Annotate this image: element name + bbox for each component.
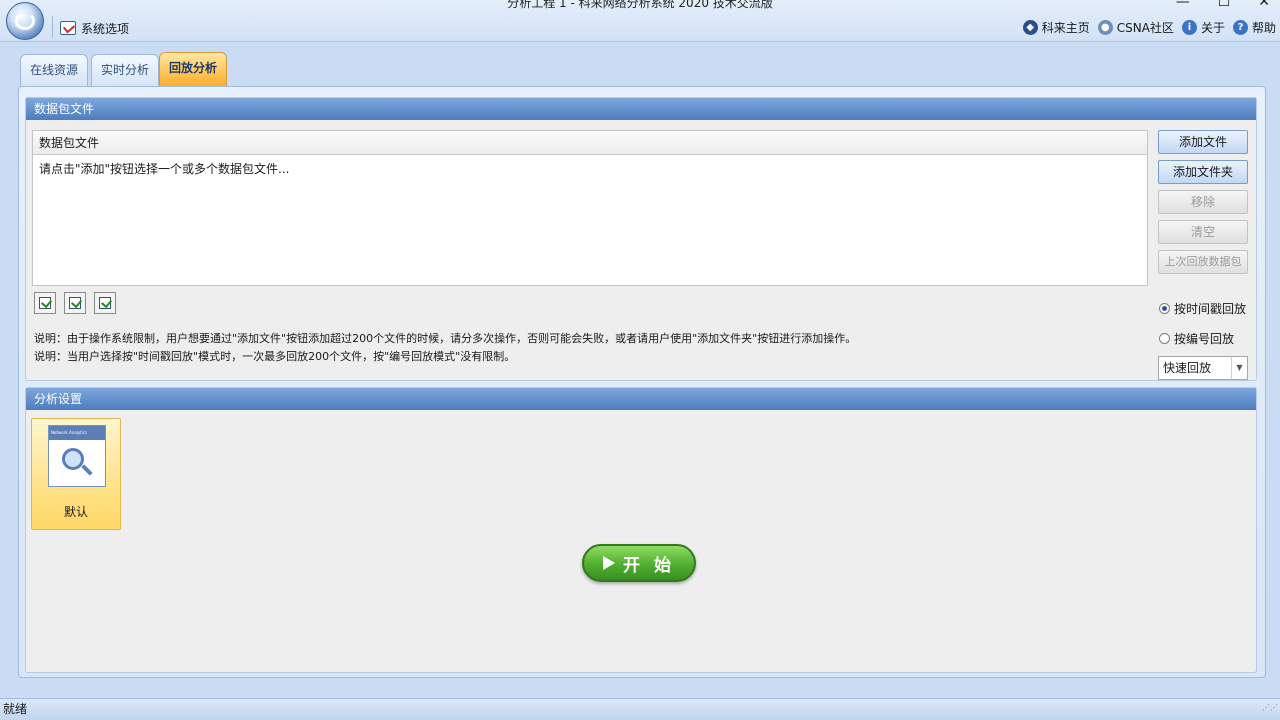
tab-bar: 在线资源 实时分析 回放分析	[0, 42, 1280, 88]
status-text: 就绪	[3, 702, 28, 716]
status-bar: 就绪 ⋰⋰	[0, 698, 1280, 720]
home-link-label: 科来主页	[1041, 21, 1090, 35]
invert-selection-button[interactable]	[94, 292, 116, 314]
network-analytics-icon: Network Analytics	[48, 425, 106, 487]
timestamp-replay-radio[interactable]: 按时间戳回放	[1159, 300, 1246, 317]
thumb-title: Network Analytics	[49, 426, 105, 440]
window-controls: — ☐ ✕	[1176, 0, 1270, 10]
chevron-down-icon[interactable]: ▼	[1231, 357, 1247, 379]
radio-checked-icon	[1159, 303, 1170, 314]
section-header: 数据包文件	[26, 98, 1256, 120]
about-link-label: 关于	[1200, 21, 1225, 35]
home-link[interactable]: ◆ 科来主页	[1022, 19, 1090, 36]
top-links: ◆ 科来主页 ● CSNA社区 i 关于 ? 帮助	[1022, 19, 1276, 36]
close-button[interactable]: ✕	[1258, 0, 1270, 10]
system-options-label: 系统选项	[81, 21, 130, 36]
replay-speed-select[interactable]: 快速回放 ▼	[1158, 356, 1248, 380]
community-link[interactable]: ● CSNA社区	[1097, 19, 1174, 36]
help-link-label: 帮助	[1251, 21, 1276, 35]
info-icon: i	[1181, 20, 1197, 35]
empty-hint: 请点击"添加"按钮选择一个或多个数据包文件...	[39, 162, 290, 176]
add-folder-button[interactable]: 添加文件夹	[1158, 160, 1248, 184]
play-icon	[603, 556, 616, 570]
start-button[interactable]: 开 始	[582, 544, 696, 582]
number-replay-label: 按编号回放	[1174, 332, 1235, 346]
maximize-button[interactable]: ☐	[1218, 0, 1231, 10]
radio-unchecked-icon	[1159, 333, 1170, 344]
invert-selection-icon	[99, 297, 111, 309]
timestamp-replay-label: 按时间戳回放	[1174, 302, 1247, 316]
number-replay-radio[interactable]: 按编号回放	[1159, 330, 1234, 347]
title-bar: 系统选项 分析工程 1 - 科来网络分析系统 2020 技术交流版 — ☐ ✕ …	[0, 0, 1280, 42]
about-link[interactable]: i 关于	[1181, 19, 1225, 36]
tab-online-resources[interactable]: 在线资源	[20, 54, 89, 86]
packet-file-list[interactable]: 数据包文件 请点击"添加"按钮选择一个或多个数据包文件...	[32, 130, 1148, 286]
magnifier-handle	[81, 464, 93, 476]
analysis-settings-section: 分析设置 Network Analytics 默认 开 始	[25, 387, 1257, 673]
help-link[interactable]: ? 帮助	[1232, 19, 1276, 36]
select-all-icon	[39, 297, 51, 309]
last-replay-button[interactable]: 上次回放数据包	[1158, 250, 1248, 274]
deselect-button[interactable]	[64, 292, 86, 314]
column-header[interactable]: 数据包文件	[33, 131, 1147, 155]
window-title: 分析工程 1 - 科来网络分析系统 2020 技术交流版	[507, 0, 773, 10]
home-icon: ◆	[1022, 20, 1038, 35]
minimize-button[interactable]: —	[1176, 0, 1190, 10]
start-label: 开 始	[623, 555, 675, 576]
profile-label: 默认	[63, 505, 88, 519]
settings-icon	[60, 21, 76, 35]
app-logo-icon	[15, 12, 35, 30]
default-profile-tile[interactable]: Network Analytics 默认	[31, 418, 121, 530]
deselect-icon	[69, 297, 81, 309]
select-all-button[interactable]	[34, 292, 56, 314]
main-panel: 数据包文件 数据包文件 请点击"添加"按钮选择一个或多个数据包文件... 添加文…	[18, 86, 1266, 678]
note-1: 说明：由于操作系统限制，用户想要通过"添加文件"按钮添加超过200个文件的时候，…	[34, 332, 857, 345]
section-header: 分析设置	[26, 388, 1256, 410]
resize-grip-icon[interactable]: ⋰⋰	[1262, 698, 1278, 718]
divider	[52, 16, 53, 38]
community-link-label: CSNA社区	[1116, 21, 1174, 35]
packet-file-section: 数据包文件 数据包文件 请点击"添加"按钮选择一个或多个数据包文件... 添加文…	[25, 97, 1257, 381]
help-icon: ?	[1232, 20, 1248, 35]
remove-button[interactable]: 移除	[1158, 190, 1248, 214]
clear-button[interactable]: 清空	[1158, 220, 1248, 244]
tab-replay-analysis[interactable]: 回放分析	[159, 52, 228, 86]
replay-speed-value: 快速回放	[1163, 361, 1212, 375]
community-icon: ●	[1097, 20, 1113, 35]
add-file-button[interactable]: 添加文件	[1158, 130, 1248, 154]
system-options-button[interactable]: 系统选项	[60, 18, 129, 38]
tab-realtime-analysis[interactable]: 实时分析	[91, 54, 160, 86]
note-2: 说明：当用户选择按"时间戳回放"模式时，一次最多回放200个文件，按"编号回放模…	[34, 350, 516, 363]
